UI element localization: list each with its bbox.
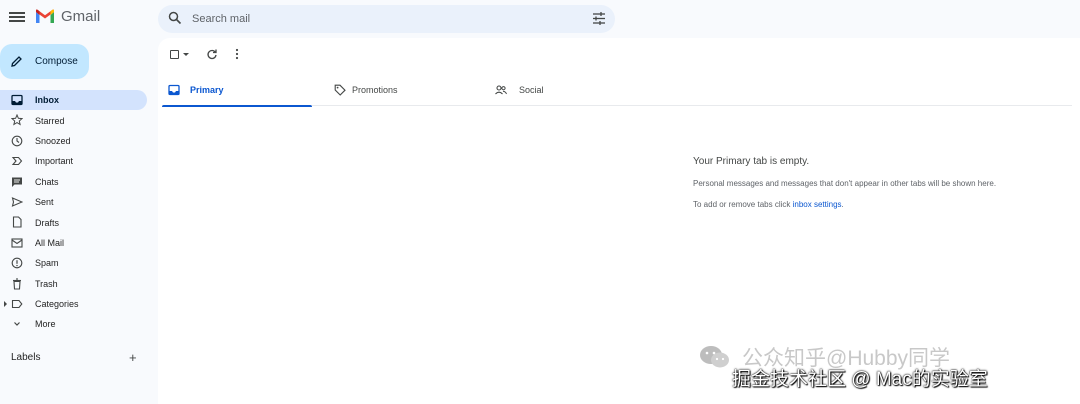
label-icon <box>11 299 23 308</box>
wechat-watermark-icon <box>700 346 729 368</box>
refresh-icon[interactable] <box>206 48 218 60</box>
empty-state-settings-hint: To add or remove tabs click inbox settin… <box>693 200 1073 209</box>
search-options-icon[interactable] <box>592 12 606 25</box>
toolbar <box>158 38 358 70</box>
inbox-icon <box>11 94 23 106</box>
gmail-logo[interactable]: Gmail <box>35 8 100 25</box>
empty-state: Your Primary tab is empty. Personal mess… <box>693 156 1073 209</box>
sidebar-item-important[interactable]: Important <box>0 151 147 171</box>
gmail-m-icon <box>36 9 54 23</box>
draft-icon <box>12 216 22 228</box>
sidebar-item-label: More <box>35 319 56 330</box>
main-menu-button[interactable] <box>9 10 25 26</box>
sidebar-item-label: Trash <box>35 278 58 289</box>
sidebar-item-chats[interactable]: Chats <box>0 172 147 192</box>
chevron-down-icon <box>14 322 20 327</box>
tab-label: Social <box>519 85 544 95</box>
star-icon <box>11 114 23 126</box>
tab-social[interactable]: Social <box>488 76 638 106</box>
sidebar-nav: Inbox Starred Snoozed Important Chats Se… <box>0 90 147 335</box>
sidebar-item-more[interactable]: More <box>0 314 147 334</box>
send-icon <box>11 197 23 207</box>
sidebar-item-label: Starred <box>35 115 65 126</box>
empty-state-description: Personal messages and messages that don'… <box>693 179 997 188</box>
select-all-checkbox[interactable] <box>170 50 179 59</box>
spam-icon <box>11 257 23 269</box>
sidebar-item-label: Snoozed <box>35 135 71 146</box>
tab-primary[interactable]: Primary <box>162 76 312 107</box>
search-icon[interactable] <box>168 11 182 25</box>
sidebar-item-snoozed[interactable]: Snoozed <box>0 131 147 151</box>
sidebar-item-label: Inbox <box>35 95 59 106</box>
tab-label: Promotions <box>352 85 398 95</box>
sidebar-item-spam[interactable]: Spam <box>0 253 147 273</box>
watermark-line-2: 掘金技术社区 @ Mac的实验室 <box>732 369 988 390</box>
settings-hint-prefix: To add or remove tabs click <box>693 200 793 209</box>
settings-hint-suffix: . <box>841 200 844 209</box>
sidebar-item-label: Chats <box>35 176 59 187</box>
sidebar-item-label: Drafts <box>35 217 60 228</box>
add-label-button[interactable]: + <box>129 350 137 365</box>
important-icon <box>11 157 23 166</box>
pencil-icon <box>11 56 22 67</box>
labels-heading: Labels <box>11 352 41 363</box>
sidebar-item-label: Spam <box>35 258 59 269</box>
search-bar[interactable] <box>158 5 615 33</box>
sidebar-item-label: Sent <box>35 197 54 208</box>
inbox-icon <box>168 84 180 96</box>
sidebar-item-inbox[interactable]: Inbox <box>0 90 147 111</box>
people-icon <box>495 85 507 95</box>
sidebar-item-sent[interactable]: Sent <box>0 192 147 212</box>
sidebar-item-label: All Mail <box>35 237 65 248</box>
empty-state-title: Your Primary tab is empty. <box>693 156 810 167</box>
sidebar-item-trash[interactable]: Trash <box>0 274 147 294</box>
more-options-icon[interactable] <box>235 48 239 60</box>
sidebar-item-starred[interactable]: Starred <box>0 110 147 130</box>
sidebar-item-all-mail[interactable]: All Mail <box>0 233 147 253</box>
app-name: Gmail <box>61 8 101 25</box>
expand-arrow-icon[interactable] <box>4 300 7 307</box>
sidebar-item-label: Categories <box>35 299 79 310</box>
tab-promotions[interactable]: Promotions <box>328 76 478 106</box>
compose-button[interactable]: Compose <box>0 44 89 79</box>
sidebar-item-drafts[interactable]: Drafts <box>0 212 147 232</box>
trash-icon <box>13 277 21 290</box>
chat-icon <box>12 177 22 187</box>
tab-label: Primary <box>190 85 224 95</box>
select-dropdown-icon[interactable] <box>183 53 189 56</box>
sidebar-item-label: Important <box>35 156 74 167</box>
search-input[interactable] <box>192 5 572 33</box>
compose-label: Compose <box>35 56 78 67</box>
sidebar-item-categories[interactable]: Categories <box>0 294 147 314</box>
tag-icon <box>334 84 346 96</box>
category-tabs: Primary Promotions Social <box>162 76 1072 107</box>
all-mail-icon <box>11 238 23 248</box>
clock-icon <box>11 135 23 147</box>
inbox-settings-link[interactable]: inbox settings <box>793 200 842 209</box>
